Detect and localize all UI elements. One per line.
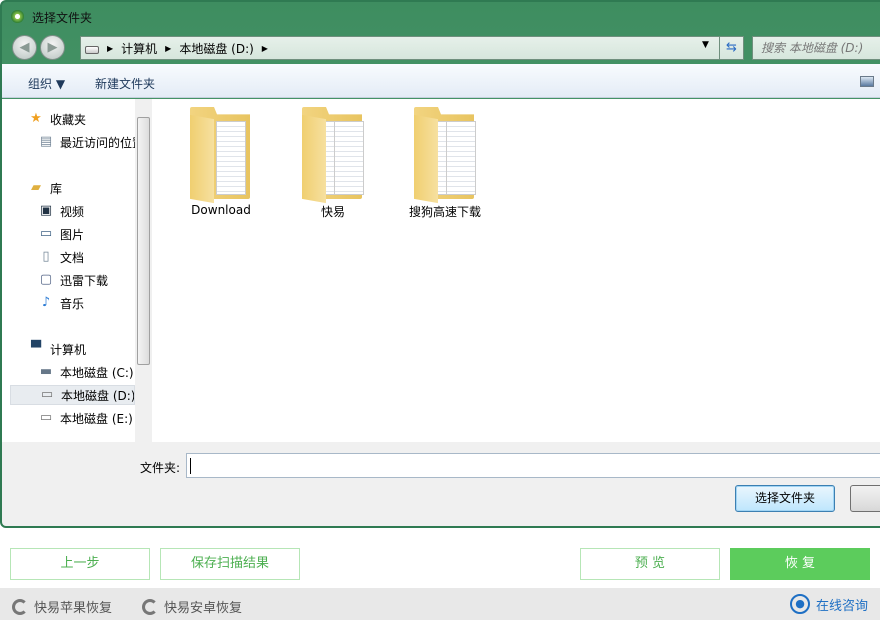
back-button[interactable]: ◀	[12, 35, 37, 60]
folder-label: 文件夹:	[140, 461, 181, 475]
folder-item[interactable]: 搜狗高速下载	[390, 107, 500, 220]
breadcrumb-drive-d[interactable]: 本地磁盘 (D:)	[179, 40, 253, 57]
drive-icon	[85, 46, 99, 54]
organize-menu[interactable]: 组织 ▼	[28, 75, 65, 92]
drive-icon: ▭	[40, 387, 54, 402]
preview-button[interactable]: 预 览	[580, 548, 720, 580]
drive-icon: ▭	[39, 410, 53, 425]
select-folder-dialog: 选择文件夹 ◀ ▶ ▶ 计算机 ▶ 本地磁盘 (D:) ▶ ▼ ⇆ 搜索 本地磁…	[0, 0, 880, 528]
breadcrumb-computer[interactable]: 计算机	[121, 40, 157, 57]
folder-icon	[190, 107, 252, 204]
picture-icon: ▭	[39, 226, 53, 241]
folder-input[interactable]	[186, 453, 880, 478]
file-list: Download 快易 搜狗高速下载	[152, 99, 880, 442]
download-icon: ▢	[39, 272, 53, 287]
video-icon: ▣	[39, 203, 53, 218]
chevron-right-icon[interactable]: ▶	[165, 44, 171, 53]
chevron-right-icon[interactable]: ▶	[262, 44, 268, 53]
restore-button[interactable]: 恢 复	[730, 548, 870, 580]
sidebar-item-recent[interactable]: ▤最近访问的位置	[38, 132, 135, 152]
user-icon: ●	[790, 594, 810, 614]
sidebar-item-drive-e[interactable]: ▭ 本地磁盘 (E:)	[38, 408, 135, 428]
preview-pane-icon[interactable]	[860, 76, 874, 87]
document-icon: ▯	[42, 249, 50, 264]
library-icon: ▰	[31, 180, 41, 195]
toolbar: 组织 ▼ 新建文件夹	[2, 64, 880, 98]
forward-arrow-icon: ▶	[47, 40, 58, 55]
sidebar-item-drive-d[interactable]: ▭ 本地磁盘 (D:)	[10, 385, 135, 405]
app-footer: 快易苹果恢复 快易安卓恢复 ● 在线咨询	[0, 588, 880, 620]
kuaiyi-logo-icon	[142, 598, 158, 615]
new-folder-button[interactable]: 新建文件夹	[95, 75, 155, 92]
dialog-title: 选择文件夹	[32, 11, 93, 25]
app-icon	[11, 10, 24, 23]
folder-icon	[414, 107, 476, 204]
refresh-icon: ⇆	[726, 40, 737, 55]
chevron-right-icon[interactable]: ▶	[107, 44, 113, 53]
online-consult-link[interactable]: ● 在线咨询	[790, 594, 868, 614]
refresh-button[interactable]: ⇆	[720, 36, 744, 60]
text-caret	[190, 458, 191, 474]
dialog-footer: 文件夹: 选择文件夹	[2, 442, 880, 526]
android-recovery-link[interactable]: 快易安卓恢复	[142, 597, 242, 616]
back-step-button[interactable]: 上一步	[10, 548, 150, 580]
folder-item[interactable]: 快易	[278, 107, 388, 220]
apple-recovery-link[interactable]: 快易苹果恢复	[12, 597, 112, 616]
save-scan-result-button[interactable]: 保存扫描结果	[160, 548, 300, 580]
select-folder-button[interactable]: 选择文件夹	[735, 485, 835, 512]
folder-icon	[302, 107, 364, 204]
recent-places-icon: ▤	[39, 134, 53, 149]
folder-item[interactable]: Download	[166, 107, 276, 217]
system-drive-icon: ▬	[39, 364, 53, 379]
computer-icon: ▀	[31, 341, 41, 356]
search-input[interactable]: 搜索 本地磁盘 (D:)	[752, 36, 880, 60]
sidebar-item-drive-c[interactable]: ▬ 本地磁盘 (C:)	[38, 362, 135, 382]
navigation-pane: ★收藏夹 ▤最近访问的位置 ▰库 ▣视频 ▭图片 ▯文档 ▢迅雷下载 ♪音乐 ▀…	[2, 99, 152, 442]
star-icon: ★	[30, 111, 42, 126]
scrollbar-thumb[interactable]	[137, 117, 150, 365]
cancel-button[interactable]	[850, 485, 880, 512]
address-bar[interactable]: ▶ 计算机 ▶ 本地磁盘 (D:) ▶	[80, 36, 720, 60]
forward-button[interactable]: ▶	[40, 35, 65, 60]
music-icon: ♪	[41, 295, 51, 310]
back-arrow-icon: ◀	[19, 40, 30, 55]
kuaiyi-logo-icon	[12, 598, 28, 615]
address-dropdown-icon[interactable]: ▼	[702, 40, 709, 50]
